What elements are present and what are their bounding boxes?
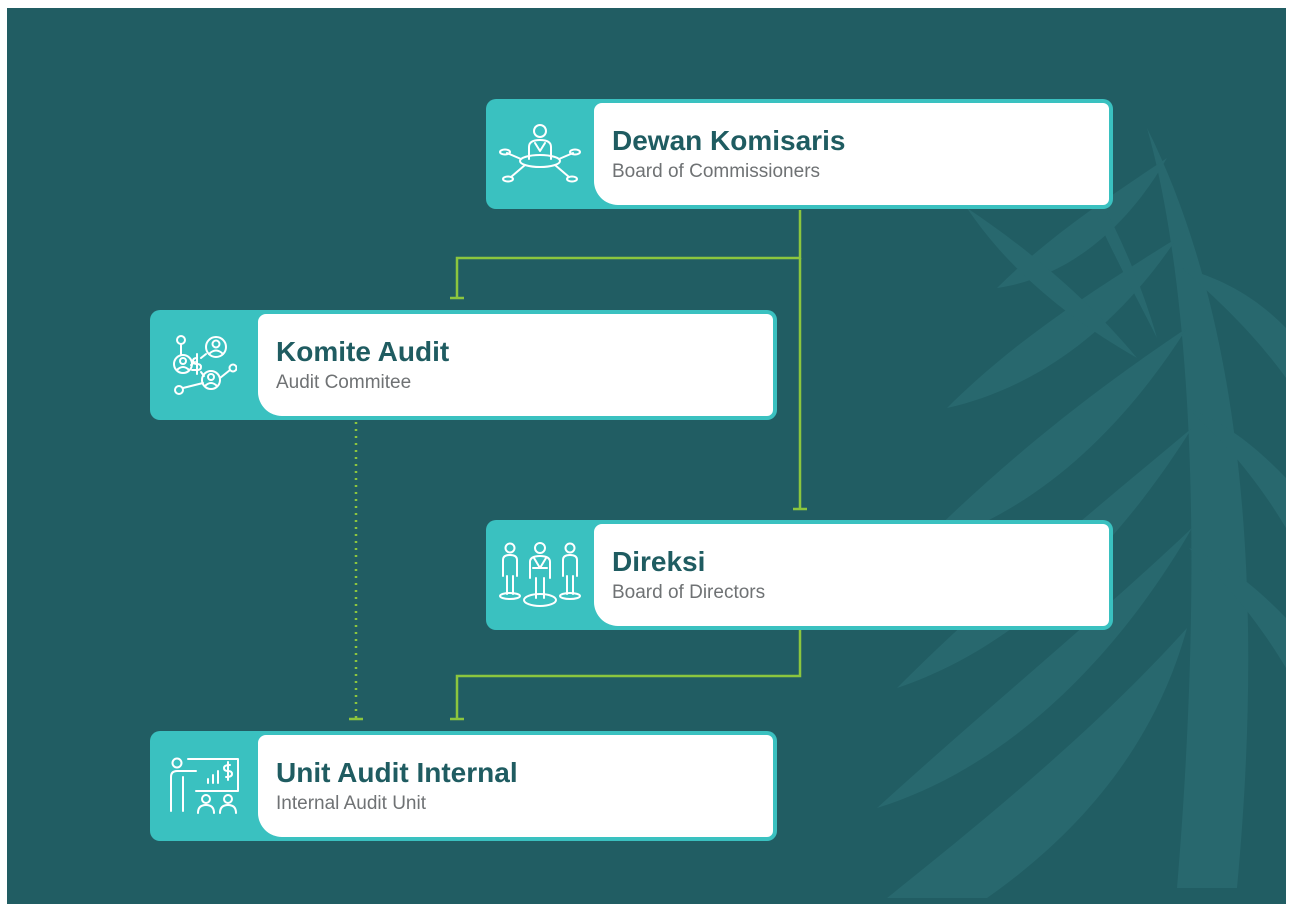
node-label-card: Komite Audit Audit Commitee [258, 314, 773, 416]
node-title: Unit Audit Internal [276, 757, 518, 788]
org-node-direksi: Direksi Board of Directors [486, 520, 1113, 630]
network-money-icon [150, 310, 258, 420]
presentation-icon [150, 731, 258, 841]
node-subtitle: Board of Commissioners [612, 161, 821, 182]
node-subtitle: Board of Directors [612, 582, 766, 603]
org-node-dewan-komisaris: Dewan Komisaris Board of Commissioners [486, 99, 1113, 209]
directors-group-icon [486, 520, 594, 630]
org-chart-canvas: Dewan Komisaris Board of Commissioners K… [7, 8, 1286, 904]
org-node-unit-audit-internal: Unit Audit Internal Internal Audit Unit [150, 731, 777, 841]
node-subtitle: Audit Commitee [276, 372, 412, 393]
edge-komisaris-to-komite [455, 210, 802, 298]
board-meeting-icon [486, 99, 594, 209]
node-title: Komite Audit [276, 336, 450, 367]
node-title: Dewan Komisaris [612, 125, 846, 156]
node-label-card: Dewan Komisaris Board of Commissioners [594, 103, 1109, 205]
node-label-card: Direksi Board of Directors [594, 524, 1109, 626]
org-node-komite-audit: Komite Audit Audit Commitee [150, 310, 777, 420]
node-subtitle: Internal Audit Unit [276, 793, 426, 814]
edge-direksi-to-unit-audit [455, 630, 802, 719]
node-label-card: Unit Audit Internal Internal Audit Unit [258, 735, 773, 837]
node-title: Direksi [612, 546, 706, 577]
